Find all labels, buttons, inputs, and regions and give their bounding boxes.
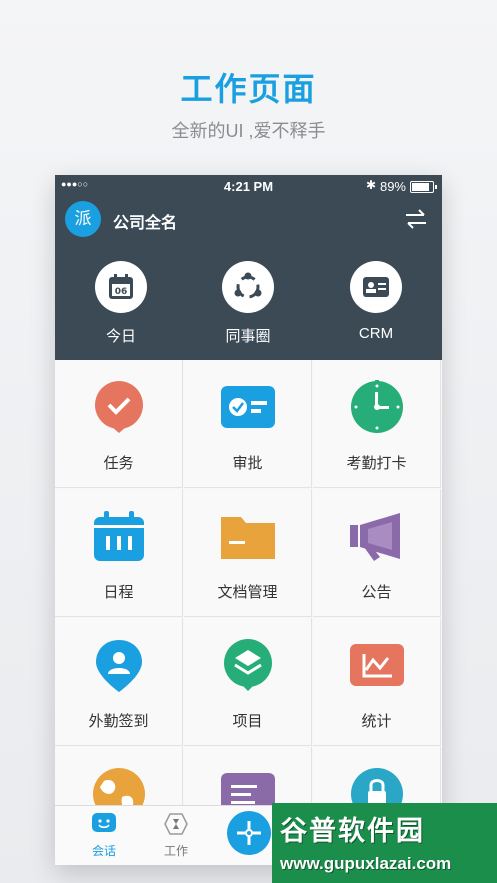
task-check-icon [95, 381, 143, 433]
app-label: 外勤签到 [88, 713, 149, 730]
app-label: 日程 [103, 584, 134, 601]
app-project[interactable]: 项目 [184, 618, 312, 746]
swap-arrows-icon[interactable] [404, 207, 428, 231]
page-title: 工作页面 [180, 71, 317, 107]
circle-share-icon [234, 272, 262, 299]
chat-icon [92, 813, 116, 832]
quick-colleague-circle[interactable]: 同事圈 [188, 261, 308, 346]
add-icon [237, 821, 261, 845]
avatar[interactable]: 派 [65, 201, 101, 237]
svg-text:06: 06 [115, 287, 128, 297]
tab-chat-label: 会话 [91, 844, 116, 858]
megaphone-icon [350, 513, 400, 561]
page-subtitle: 全新的UI ,爱不释手 [171, 121, 326, 141]
app-documents[interactable]: 文档管理 [184, 489, 312, 617]
phone-screen: ●●●○○ 4:21 PM ✱ 89% 派 公司全名 06 今日 同事圈 CRM… [55, 175, 442, 865]
header-panel: ●●●○○ 4:21 PM ✱ 89% 派 公司全名 06 今日 同事圈 CRM [55, 175, 442, 360]
app-schedule[interactable]: 日程 [55, 489, 183, 617]
contact-card-icon [363, 277, 389, 297]
stats-chart-icon [350, 644, 404, 686]
tab-chat[interactable]: 会话 [69, 812, 139, 859]
quick-crm-label: CRM [358, 325, 394, 342]
app-label: 公告 [361, 584, 392, 601]
folder-icon [221, 517, 275, 559]
quick-today[interactable]: 06 今日 [61, 261, 181, 346]
quick-crm[interactable]: CRM [316, 261, 436, 342]
app-approval[interactable]: 审批 [184, 360, 312, 488]
tab-work[interactable]: 工作 [141, 812, 211, 859]
approval-icon [221, 386, 275, 428]
watermark-url: www.gupuxlazai.com [280, 854, 452, 873]
app-statistics[interactable]: 统计 [313, 618, 441, 746]
app-label: 审批 [232, 455, 263, 472]
app-field-checkin[interactable]: 外勤签到 [55, 618, 183, 746]
watermark-title: 谷普软件园 [280, 816, 425, 846]
watermark-logo: 谷普软件园 www.gupuxlazai.com [272, 803, 497, 883]
quick-today-label: 今日 [105, 328, 136, 345]
tab-work-label: 工作 [163, 844, 188, 858]
schedule-icon [94, 511, 144, 561]
hourglass-icon [164, 813, 188, 835]
app-task[interactable]: 任务 [55, 360, 183, 488]
status-bar: ●●●○○ 4:21 PM ✱ 89% [55, 175, 442, 197]
company-name[interactable]: 公司全名 [113, 209, 177, 233]
app-label: 统计 [361, 713, 392, 730]
add-button[interactable] [227, 811, 271, 855]
layers-icon [224, 639, 272, 691]
company-header: 派 公司全名 [55, 201, 442, 241]
app-label: 项目 [232, 713, 263, 730]
bluetooth-icon: ✱ [365, 178, 376, 192]
calendar-icon: 06 [109, 274, 133, 299]
app-attendance[interactable]: 考勤打卡 [313, 360, 441, 488]
app-label: 文档管理 [217, 584, 278, 601]
battery-icon [410, 181, 437, 193]
location-pin-icon [96, 640, 142, 692]
quick-colleague-label: 同事圈 [225, 328, 271, 345]
battery-percent: 89% [379, 179, 406, 194]
clock-icon [351, 380, 403, 433]
app-label: 考勤打卡 [346, 455, 407, 472]
app-label: 任务 [103, 455, 134, 472]
app-announcement[interactable]: 公告 [313, 489, 441, 617]
